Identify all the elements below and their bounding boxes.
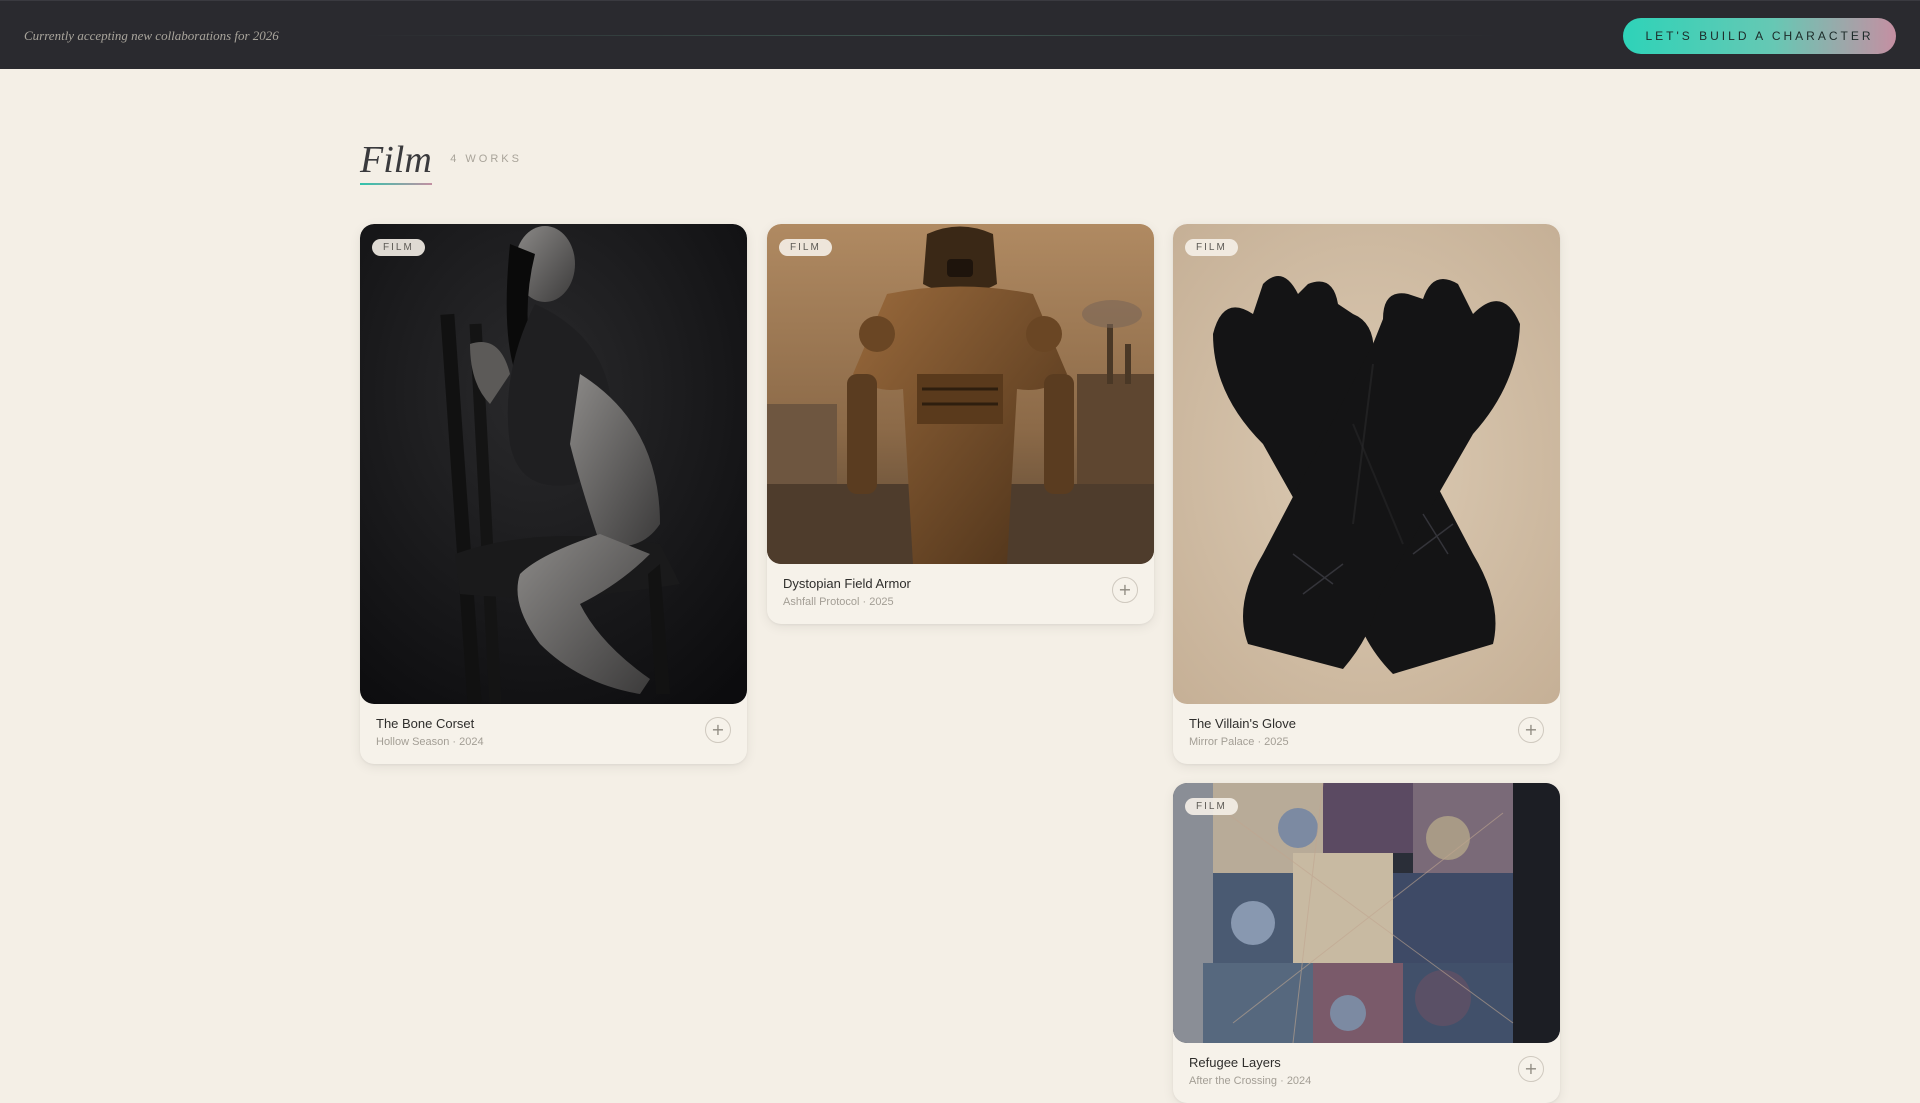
work-title: The Bone Corset [376, 716, 475, 731]
work-title: The Villain's Glove [1189, 716, 1297, 731]
work-title: Dystopian Field Armor [783, 576, 911, 591]
card-image[interactable]: FILM [767, 224, 1154, 564]
card-image[interactable]: FILM [1173, 783, 1560, 1043]
build-character-button[interactable]: LET'S BUILD A CHARACTER [1623, 18, 1896, 54]
card-info: The Bone Corset Hollow Season · 2024 + [360, 704, 747, 764]
work-card-bone-corset[interactable]: FILM The Bone Corset Hollow Season · 202… [360, 224, 747, 764]
section-header: Film 4 WORKS [360, 140, 522, 185]
section-title: Film [360, 140, 432, 185]
armored-figure-photo [767, 224, 1154, 564]
work-title: Refugee Layers [1189, 1055, 1281, 1070]
category-tag: FILM [779, 239, 832, 256]
work-card-refugee-layers[interactable]: FILM Refugee Layers After the Crossing ·… [1173, 783, 1560, 1103]
work-meta: Hollow Season · 2024 [376, 736, 484, 748]
works-count: 4 WORKS [450, 153, 522, 165]
expand-plus-button[interactable]: + [1518, 1056, 1544, 1082]
category-tag: FILM [1185, 239, 1238, 256]
work-card-dystopian-armor[interactable]: FILM Dystopian Field Armor Ashfall Proto… [767, 224, 1154, 624]
top-bar: Currently accepting new collaborations f… [0, 0, 1920, 69]
expand-plus-button[interactable]: + [1518, 717, 1544, 743]
work-card-villains-glove[interactable]: FILM The Villain's Glove Mirror Palace ·… [1173, 224, 1560, 764]
category-tag: FILM [1185, 798, 1238, 815]
card-image[interactable]: FILM [360, 224, 747, 704]
expand-plus-button[interactable]: + [705, 717, 731, 743]
woman-in-corset-photo [360, 224, 747, 704]
card-info: Refugee Layers After the Crossing · 2024… [1173, 1043, 1560, 1103]
work-meta: After the Crossing · 2024 [1189, 1075, 1312, 1087]
availability-note: Currently accepting new collaborations f… [24, 28, 279, 43]
expand-plus-button[interactable]: + [1112, 577, 1138, 603]
work-meta: Ashfall Protocol · 2025 [783, 596, 894, 608]
card-info: Dystopian Field Armor Ashfall Protocol ·… [767, 564, 1154, 624]
card-image[interactable]: FILM [1173, 224, 1560, 704]
card-info: The Villain's Glove Mirror Palace · 2025… [1173, 704, 1560, 764]
black-velvet-gloves-photo [1173, 224, 1560, 704]
category-tag: FILM [372, 239, 425, 256]
patchwork-jacket-photo [1173, 783, 1560, 1043]
work-meta: Mirror Palace · 2025 [1189, 736, 1289, 748]
header-divider-line [360, 35, 1500, 36]
